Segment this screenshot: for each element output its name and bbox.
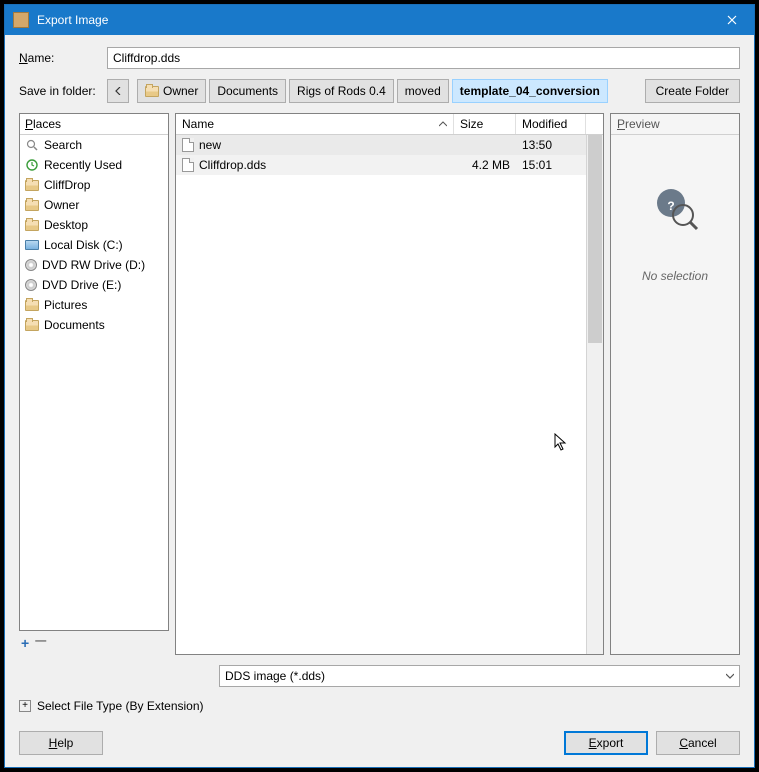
folder-icon [145, 86, 159, 97]
folder-icon [25, 220, 39, 231]
file-icon [182, 158, 194, 172]
file-type-row: DDS image (*.dds) [19, 665, 740, 687]
select-file-type-toggle[interactable]: + Select File Type (By Extension) [19, 697, 740, 715]
path-segment-template[interactable]: template_04_conversion [452, 79, 608, 103]
remove-bookmark-button[interactable]: — [35, 635, 46, 651]
sort-asc-icon [439, 121, 447, 127]
places-header[interactable]: Places [20, 114, 168, 135]
folder-icon [25, 180, 39, 191]
places-item-search[interactable]: Search [20, 135, 168, 155]
close-button[interactable] [709, 5, 754, 35]
create-folder-button[interactable]: Create Folder [645, 79, 740, 103]
places-item-cliffdrop[interactable]: CliffDrop [20, 175, 168, 195]
breadcrumb: Owner Documents Rigs of Rods 0.4 moved t… [137, 79, 637, 103]
file-list: Name Size Modified new 13:50 Cliffdrop.d… [175, 113, 604, 655]
column-header-name[interactable]: Name [176, 114, 454, 134]
add-bookmark-button[interactable]: + [21, 635, 29, 651]
dialog-footer: Help Export Cancel [19, 725, 740, 755]
preview-text: No selection [642, 269, 708, 283]
folder-icon [25, 200, 39, 211]
preview-panel: Preview ? No selection [610, 113, 740, 655]
places-item-desktop[interactable]: Desktop [20, 215, 168, 235]
recent-icon [25, 158, 39, 172]
help-button[interactable]: Help [19, 731, 103, 755]
save-in-label: Save in folder: [19, 84, 99, 98]
export-image-dialog: Export Image Name: Save in folder: Owner… [4, 4, 755, 768]
preview-body: ? No selection [611, 135, 739, 654]
path-segment-documents[interactable]: Documents [209, 79, 286, 103]
no-preview-icon: ? [651, 183, 699, 231]
preview-header: Preview [611, 114, 739, 135]
chevron-down-icon [726, 673, 734, 679]
places-list[interactable]: Places Search Recently Used CliffDrop Ow… [19, 113, 169, 631]
places-item-owner[interactable]: Owner [20, 195, 168, 215]
places-item-dvd[interactable]: DVD Drive (E:) [20, 275, 168, 295]
file-row[interactable]: new 13:50 [176, 135, 603, 155]
places-item-recent[interactable]: Recently Used [20, 155, 168, 175]
file-row[interactable]: Cliffdrop.dds 4.2 MB 15:01 [176, 155, 603, 175]
search-icon [25, 138, 39, 152]
places-actions: + — [19, 631, 169, 655]
places-item-localc[interactable]: Local Disk (C:) [20, 235, 168, 255]
file-icon [182, 138, 194, 152]
disk-icon [25, 240, 39, 250]
path-segment-owner[interactable]: Owner [137, 79, 206, 103]
places-item-pictures[interactable]: Pictures [20, 295, 168, 315]
main-area: Places Search Recently Used CliffDrop Ow… [19, 113, 740, 655]
path-segment-moved[interactable]: moved [397, 79, 449, 103]
scrollbar[interactable] [586, 135, 603, 654]
close-icon [727, 15, 737, 25]
file-rows[interactable]: new 13:50 Cliffdrop.dds 4.2 MB 15:01 [176, 135, 603, 654]
dvd-icon [25, 279, 37, 291]
save-in-row: Save in folder: Owner Documents Rigs of … [19, 79, 740, 103]
file-list-header: Name Size Modified [176, 114, 603, 135]
chevron-left-icon [115, 87, 121, 95]
cancel-button[interactable]: Cancel [656, 731, 740, 755]
export-button[interactable]: Export [564, 731, 648, 755]
places-item-documents[interactable]: Documents [20, 315, 168, 335]
window-title: Export Image [37, 13, 709, 27]
file-type-select[interactable]: DDS image (*.dds) [219, 665, 740, 687]
column-header-size[interactable]: Size [454, 114, 516, 134]
places-item-dvdrw[interactable]: DVD RW Drive (D:) [20, 255, 168, 275]
folder-icon [25, 320, 39, 331]
path-segment-rigs[interactable]: Rigs of Rods 0.4 [289, 79, 394, 103]
expand-icon: + [19, 700, 31, 712]
dialog-content: Name: Save in folder: Owner Documents Ri… [5, 35, 754, 767]
dvd-icon [25, 259, 37, 271]
name-row: Name: [19, 47, 740, 69]
path-back-button[interactable] [107, 79, 129, 103]
folder-icon [25, 300, 39, 311]
app-icon [13, 12, 29, 28]
scrollbar-thumb[interactable] [588, 135, 602, 343]
titlebar[interactable]: Export Image [5, 5, 754, 35]
filename-input[interactable] [107, 47, 740, 69]
column-header-modified[interactable]: Modified [516, 114, 586, 134]
name-label: Name: [19, 51, 99, 65]
places-panel: Places Search Recently Used CliffDrop Ow… [19, 113, 169, 655]
